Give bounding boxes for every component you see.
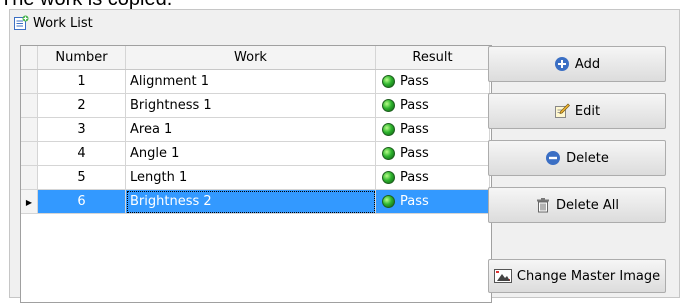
result-label: Pass <box>400 194 429 209</box>
row-header[interactable] <box>21 141 38 166</box>
delete-icon <box>545 150 561 166</box>
cell-work: Angle 1 <box>125 141 376 166</box>
row-header[interactable]: ▶ <box>21 189 38 214</box>
delete-button[interactable]: Delete <box>488 140 666 176</box>
cell-number: 6 <box>37 189 126 214</box>
cell-work: Brightness 2 <box>125 189 376 214</box>
delete-all-button-label: Delete All <box>556 197 619 213</box>
cell-work: Brightness 1 <box>125 93 376 118</box>
pass-status-icon <box>382 123 395 136</box>
table-row[interactable]: 3 Area 1 Pass <box>21 117 490 142</box>
delete-all-button[interactable]: Delete All <box>488 187 666 223</box>
row-header-corner <box>21 46 38 70</box>
edit-button[interactable]: Edit <box>488 93 666 129</box>
cell-result: Pass <box>375 165 490 190</box>
panel-header: Work List <box>13 13 93 33</box>
cell-number: 5 <box>37 165 126 190</box>
result-label: Pass <box>400 146 429 161</box>
delete-button-label: Delete <box>566 150 609 166</box>
table-row[interactable]: 1 Alignment 1 Pass <box>21 69 490 94</box>
work-table[interactable]: Number Work Result 1 Alignment 1 Pass 2 … <box>20 45 492 303</box>
cell-result: Pass <box>375 93 490 118</box>
table-row[interactable]: 5 Length 1 Pass <box>21 165 490 190</box>
column-header-number[interactable]: Number <box>37 46 126 70</box>
cell-work: Length 1 <box>125 165 376 190</box>
cell-number: 1 <box>37 69 126 94</box>
result-label: Pass <box>400 170 429 185</box>
add-button[interactable]: Add <box>488 46 666 82</box>
pass-status-icon <box>382 75 395 88</box>
cell-result: Pass <box>375 141 490 166</box>
cell-number: 3 <box>37 117 126 142</box>
cell-result: Pass <box>375 69 490 94</box>
table-row[interactable]: 4 Angle 1 Pass <box>21 141 490 166</box>
edit-icon <box>554 103 570 119</box>
pass-status-icon <box>382 195 395 208</box>
table-header-row: Number Work Result <box>21 46 490 70</box>
trash-icon <box>535 197 551 213</box>
change-master-image-button[interactable]: Change Master Image <box>488 259 666 293</box>
edit-button-label: Edit <box>574 103 601 119</box>
table-row-selected[interactable]: ▶ 6 Brightness 2 Pass <box>21 189 490 214</box>
result-label: Pass <box>400 98 429 113</box>
pass-status-icon <box>382 147 395 160</box>
cell-work: Area 1 <box>125 117 376 142</box>
cell-result: Pass <box>375 117 490 142</box>
row-header[interactable] <box>21 165 38 190</box>
column-header-result[interactable]: Result <box>375 46 490 70</box>
image-icon <box>493 269 512 283</box>
row-header[interactable] <box>21 69 38 94</box>
cell-number: 4 <box>37 141 126 166</box>
add-icon <box>554 56 570 72</box>
pass-status-icon <box>382 171 395 184</box>
result-label: Pass <box>400 74 429 89</box>
pass-status-icon <box>382 99 395 112</box>
cell-number: 2 <box>37 93 126 118</box>
result-label: Pass <box>400 122 429 137</box>
panel-title: Work List <box>33 15 93 31</box>
column-header-work[interactable]: Work <box>125 46 376 70</box>
change-master-image-button-label: Change Master Image <box>516 268 661 284</box>
cell-work: Alignment 1 <box>125 69 376 94</box>
current-row-arrow-icon: ▶ <box>25 198 33 207</box>
add-button-label: Add <box>574 56 601 72</box>
row-header[interactable] <box>21 93 38 118</box>
cell-result: Pass <box>375 189 490 214</box>
work-list-icon <box>13 15 29 31</box>
row-header[interactable] <box>21 117 38 142</box>
table-row[interactable]: 2 Brightness 1 Pass <box>21 93 490 118</box>
